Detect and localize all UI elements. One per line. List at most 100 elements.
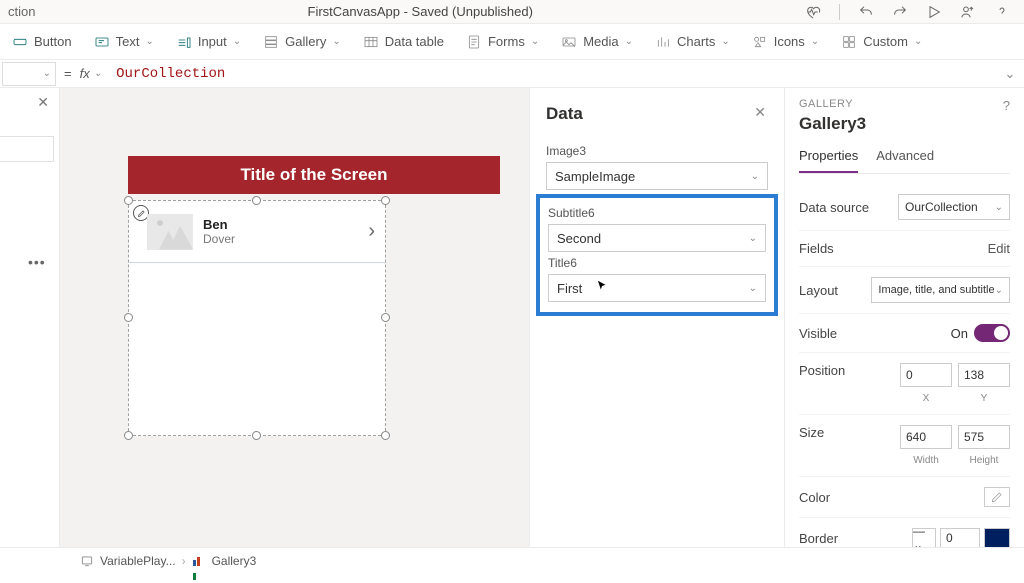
ribbon-forms[interactable]: Forms⌄ — [460, 30, 545, 54]
resize-handle[interactable] — [252, 196, 261, 205]
datasource-select[interactable]: OurCollection⌄ — [898, 194, 1010, 220]
equals-label: = — [56, 66, 80, 81]
ribbon-custom-label: Custom — [863, 34, 908, 49]
resize-handle[interactable] — [381, 431, 390, 440]
selected-control-name[interactable]: Gallery3 — [799, 114, 1010, 134]
data-panel: ✕ Data Image3 SampleImage⌄ Subtitle6 Sec… — [529, 88, 784, 547]
ribbon-button-label: Button — [34, 34, 72, 49]
layout-select[interactable]: Image, title, and subtitle⌄ — [871, 277, 1010, 303]
fx-button[interactable]: fx⌄ — [80, 66, 113, 81]
size-label: Size — [799, 425, 824, 440]
title-divider — [839, 4, 840, 20]
breadcrumb-separator-icon: › — [182, 554, 186, 568]
chevron-right-icon[interactable]: › — [368, 220, 375, 243]
position-y-input[interactable]: 138 — [958, 363, 1010, 387]
ribbon-icons-label: Icons — [774, 34, 805, 49]
resize-handle[interactable] — [124, 313, 133, 322]
tree-view-pane: ✕ ••• — [0, 88, 60, 547]
y-sublabel: Y — [958, 393, 1010, 404]
property-tabs: Properties Advanced — [799, 144, 1010, 174]
subtitle-field-select[interactable]: Second⌄ — [548, 224, 766, 252]
color-picker[interactable] — [984, 487, 1010, 507]
tab-advanced[interactable]: Advanced — [876, 144, 934, 173]
visible-label: Visible — [799, 326, 837, 341]
panel-help-icon[interactable]: ? — [1003, 98, 1010, 113]
resize-handle[interactable] — [124, 196, 133, 205]
datasource-label: Data source — [799, 200, 869, 215]
formula-input[interactable]: OurCollection — [112, 66, 996, 82]
gallery-control[interactable]: Ben Dover › — [128, 200, 386, 436]
visible-toggle[interactable] — [974, 324, 1010, 342]
height-input[interactable]: 575 — [958, 425, 1010, 449]
health-icon[interactable] — [805, 4, 821, 20]
canvas-area[interactable]: Title of the Screen Ben Dover › — [60, 88, 529, 547]
position-x-input[interactable]: 0 — [900, 363, 952, 387]
tab-properties[interactable]: Properties — [799, 144, 858, 173]
tree-close-icon[interactable]: ✕ — [37, 94, 49, 111]
cursor-icon — [595, 279, 609, 296]
border-style-select[interactable]: — ⌄ — [912, 528, 936, 547]
width-input[interactable]: 640 — [900, 425, 952, 449]
color-label: Color — [799, 490, 830, 505]
ribbon-input-label: Input — [198, 34, 227, 49]
data-panel-header: Data — [546, 104, 768, 124]
ribbon-gallery-label: Gallery — [285, 34, 326, 49]
breadcrumb-screen[interactable]: VariablePlay... — [100, 554, 176, 568]
title-field-label: Title6 — [548, 256, 766, 270]
title-field-select[interactable]: First⌄ — [548, 274, 766, 302]
formula-bar: ⌄ = fx⌄ OurCollection ⌄ — [0, 60, 1024, 88]
insert-ribbon: Button Text⌄ Input⌄ Gallery⌄ Data table … — [0, 24, 1024, 60]
play-icon[interactable] — [926, 4, 942, 20]
layout-label: Layout — [799, 283, 838, 298]
tree-item[interactable] — [0, 136, 54, 162]
w-sublabel: Width — [900, 455, 952, 466]
screen-icon — [80, 554, 94, 568]
ribbon-gallery[interactable]: Gallery⌄ — [257, 30, 347, 54]
sample-image-icon — [147, 214, 193, 250]
ribbon-charts-label: Charts — [677, 34, 715, 49]
breadcrumb: VariablePlay... › Gallery3 — [0, 547, 1024, 573]
position-label: Position — [799, 363, 845, 378]
ribbon-custom[interactable]: Custom⌄ — [835, 30, 928, 54]
breadcrumb-gallery[interactable]: Gallery3 — [212, 554, 257, 568]
ribbon-media[interactable]: Media⌄ — [555, 30, 639, 54]
resize-handle[interactable] — [124, 431, 133, 440]
ribbon-media-label: Media — [583, 34, 618, 49]
ribbon-datatable[interactable]: Data table — [357, 30, 450, 54]
ribbon-charts[interactable]: Charts⌄ — [649, 30, 736, 54]
resize-handle[interactable] — [381, 196, 390, 205]
image-field-select[interactable]: SampleImage⌄ — [546, 162, 768, 190]
image-field-label: Image3 — [546, 144, 768, 158]
formula-expand-icon[interactable]: ⌄ — [996, 66, 1024, 82]
highlighted-fields: Subtitle6 Second⌄ Title6 First⌄ — [536, 194, 778, 316]
border-width-input[interactable]: 0 — [940, 528, 980, 547]
ribbon-icons[interactable]: Icons⌄ — [746, 30, 825, 54]
border-label: Border — [799, 531, 838, 546]
ribbon-button[interactable]: Button — [6, 30, 78, 54]
ribbon-text[interactable]: Text⌄ — [88, 30, 160, 54]
border-color-picker[interactable] — [984, 528, 1010, 547]
property-selector[interactable]: ⌄ — [2, 62, 56, 86]
x-sublabel: X — [900, 393, 952, 404]
fields-edit-link[interactable]: Edit — [988, 241, 1010, 256]
title-bar: ction FirstCanvasApp - Saved (Unpublishe… — [0, 0, 1024, 24]
ribbon-input[interactable]: Input⌄ — [170, 30, 247, 54]
help-icon[interactable] — [994, 4, 1010, 20]
screen-title-label: Title of the Screen — [128, 156, 500, 194]
h-sublabel: Height — [958, 455, 1010, 466]
resize-handle[interactable] — [252, 431, 261, 440]
data-panel-close-icon[interactable]: ✕ — [754, 104, 766, 121]
gallery-row-subtitle: Dover — [203, 232, 358, 246]
ribbon-text-label: Text — [116, 34, 140, 49]
undo-icon[interactable] — [858, 4, 874, 20]
ribbon-datatable-label: Data table — [385, 34, 444, 49]
panel-section-label: GALLERY — [799, 98, 1010, 110]
app-title: FirstCanvasApp - Saved (Unpublished) — [35, 4, 805, 19]
tree-overflow-icon[interactable]: ••• — [28, 254, 46, 270]
ribbon-forms-label: Forms — [488, 34, 525, 49]
redo-icon[interactable] — [892, 4, 908, 20]
gallery-row[interactable]: Ben Dover › — [129, 201, 385, 263]
share-icon[interactable] — [960, 4, 976, 20]
fields-label: Fields — [799, 241, 834, 256]
resize-handle[interactable] — [381, 313, 390, 322]
